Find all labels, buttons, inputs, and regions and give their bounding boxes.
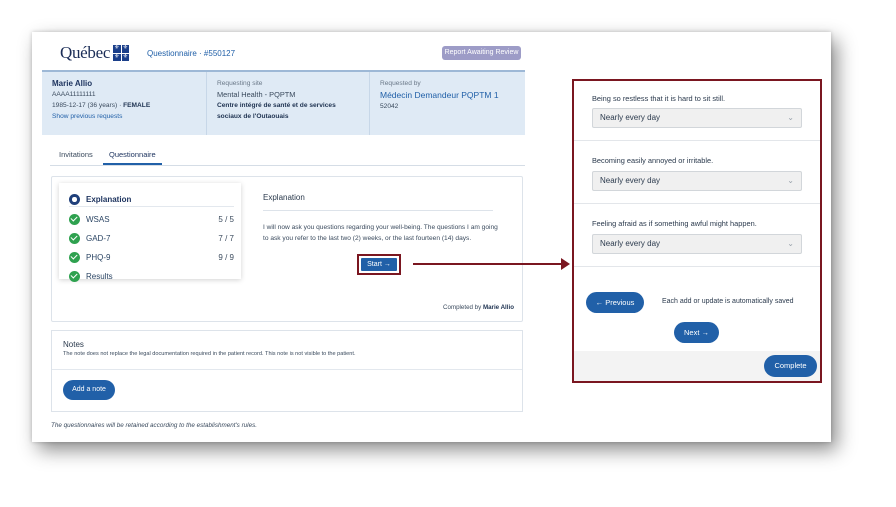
completed-by-name: Marie Allio bbox=[482, 304, 514, 311]
check-circle-icon bbox=[69, 232, 80, 244]
requesting-site-column: Requesting site Mental Health - PQPTM Ce… bbox=[217, 78, 357, 122]
step-wsas[interactable]: WSAS 5 / 5 bbox=[69, 212, 234, 226]
question-text: Being so restless that it is hard to sit… bbox=[592, 94, 726, 103]
status-badge: Report Awaiting Review bbox=[442, 46, 521, 60]
step-results[interactable]: Results bbox=[69, 269, 234, 283]
step-count: 9 / 9 bbox=[218, 252, 234, 262]
step-gad7[interactable]: GAD-7 7 / 7 bbox=[69, 231, 234, 245]
check-circle-icon bbox=[69, 251, 80, 263]
quebec-logo: Québec bbox=[60, 43, 130, 63]
autosave-text: Each add or update is automatically save… bbox=[662, 298, 794, 305]
logo-wordmark: Québec bbox=[60, 43, 111, 62]
arrow-head-icon bbox=[561, 258, 570, 270]
complete-button[interactable]: Complete bbox=[764, 355, 817, 377]
notes-divider bbox=[52, 369, 522, 370]
requested-by-label: Requested by bbox=[380, 80, 421, 87]
next-button[interactable]: Next → bbox=[674, 322, 719, 343]
answer-select[interactable]: Nearly every day ⌄ bbox=[592, 108, 802, 128]
current-step-icon bbox=[69, 194, 80, 205]
explanation-text: I will now ask you questions regarding y… bbox=[263, 224, 498, 242]
notes-section: Notes The note does not replace the lega… bbox=[51, 330, 523, 412]
explanation-title: Explanation bbox=[263, 193, 305, 202]
requesting-site-program: Mental Health - PQPTM bbox=[217, 90, 296, 99]
retention-note: The questionnaires will be retained acco… bbox=[51, 422, 257, 429]
answer-value: Nearly every day bbox=[600, 113, 661, 122]
step-label: Results bbox=[86, 271, 113, 281]
patient-dob: 1985-12-17 (36 years) · FEMALE bbox=[52, 100, 150, 111]
answer-select[interactable]: Nearly every day ⌄ bbox=[592, 171, 802, 191]
add-note-button[interactable]: Add a note bbox=[63, 380, 115, 400]
question-divider bbox=[574, 140, 820, 141]
answer-value: Nearly every day bbox=[600, 239, 661, 248]
step-phq9[interactable]: PHQ-9 9 / 9 bbox=[69, 250, 234, 264]
step-count: 7 / 7 bbox=[218, 233, 234, 243]
question-text: Feeling afraid as if something awful mig… bbox=[592, 219, 757, 228]
check-circle-icon bbox=[69, 213, 80, 225]
explanation-divider bbox=[263, 210, 493, 211]
question-divider bbox=[574, 203, 820, 204]
start-button[interactable]: Start → bbox=[361, 258, 397, 271]
step-count: 5 / 5 bbox=[218, 214, 234, 224]
callout-arrow bbox=[413, 263, 563, 265]
step-list: Explanation WSAS 5 / 5 GAD-7 7 / 7 PHQ-9… bbox=[59, 183, 241, 282]
step-label: WSAS bbox=[86, 214, 110, 224]
step-explanation[interactable]: Explanation bbox=[69, 193, 234, 207]
step-label: PHQ-9 bbox=[86, 252, 111, 262]
tab-invitations[interactable]: Invitations bbox=[59, 149, 93, 165]
patient-column: Marie Allio AAAA11111111 1985-12-17 (36 … bbox=[52, 78, 150, 122]
completed-prefix: Completed by bbox=[443, 304, 483, 311]
requested-by-code: 52042 bbox=[380, 103, 399, 110]
start-highlight: Start → bbox=[357, 254, 401, 275]
zoomed-question-panel: Being so restless that it is hard to sit… bbox=[572, 79, 822, 383]
show-previous-requests-link[interactable]: Show previous requests bbox=[52, 111, 150, 122]
chevron-down-icon: ⌄ bbox=[787, 113, 794, 122]
answer-select[interactable]: Nearly every day ⌄ bbox=[592, 234, 802, 254]
tab-questionnaire[interactable]: Questionnaire bbox=[103, 149, 162, 165]
notes-subtitle: The note does not replace the legal docu… bbox=[63, 351, 356, 357]
tab-bar: Invitations Questionnaire bbox=[50, 149, 525, 166]
patient-dob-age: 1985-12-17 (36 years) · bbox=[52, 102, 124, 109]
question-divider bbox=[574, 266, 820, 267]
patient-sex: FEMALE bbox=[123, 102, 151, 109]
requesting-site-label: Requesting site bbox=[217, 80, 263, 87]
requesting-site-institution: Centre intégré de santé et de services s… bbox=[217, 102, 336, 120]
patient-info-band: Marie Allio AAAA11111111 1985-12-17 (36 … bbox=[42, 70, 525, 135]
notes-title: Notes bbox=[63, 340, 84, 349]
check-circle-icon bbox=[69, 270, 80, 282]
patient-name: Marie Allio bbox=[52, 79, 93, 88]
patient-id: AAAA11111111 bbox=[52, 91, 96, 98]
chevron-down-icon: ⌄ bbox=[787, 176, 794, 185]
chevron-down-icon: ⌄ bbox=[787, 239, 794, 248]
answer-value: Nearly every day bbox=[600, 176, 661, 185]
completed-by: Completed by Marie Allio bbox=[443, 304, 514, 311]
questionnaire-panel: Explanation WSAS 5 / 5 GAD-7 7 / 7 PHQ-9… bbox=[51, 176, 523, 322]
band-divider bbox=[369, 72, 370, 135]
previous-button[interactable]: ← Previous bbox=[586, 292, 644, 313]
step-label: Explanation bbox=[86, 195, 132, 204]
fleur-de-lis-icon bbox=[113, 45, 130, 61]
requested-by-column: Requested by Médecin Demandeur PQPTM 1 5… bbox=[380, 78, 499, 112]
band-divider bbox=[206, 72, 207, 135]
requested-by-name[interactable]: Médecin Demandeur PQPTM 1 bbox=[380, 89, 499, 101]
question-text: Becoming easily annoyed or irritable. bbox=[592, 156, 714, 165]
questionnaire-number[interactable]: Questionnaire · #550127 bbox=[147, 49, 235, 58]
step-label: GAD-7 bbox=[86, 233, 111, 243]
